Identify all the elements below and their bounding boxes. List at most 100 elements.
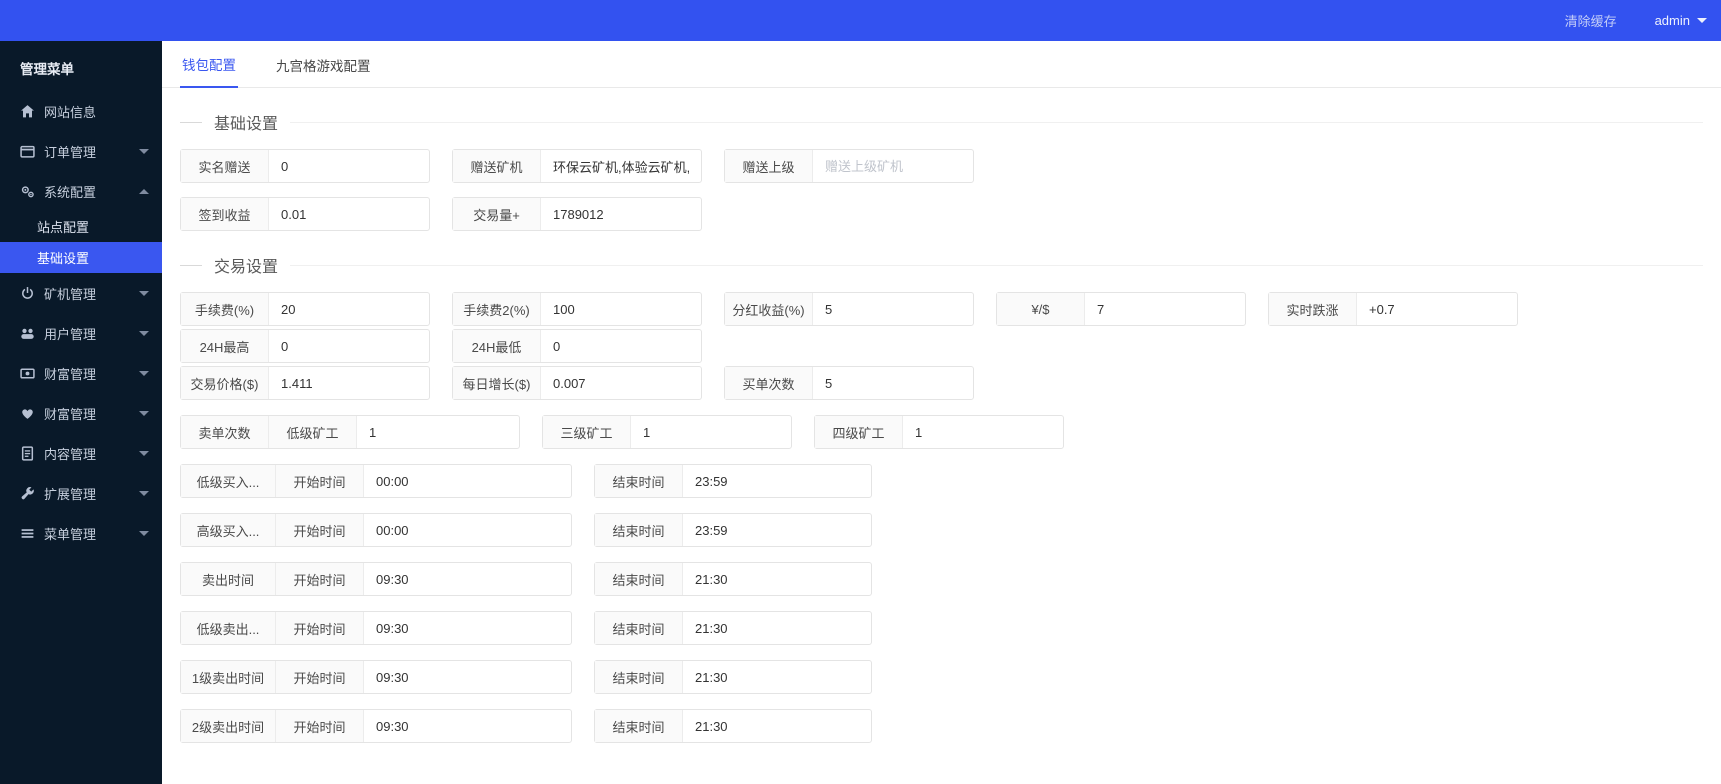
field-daily-growth: 每日增长($)	[452, 366, 702, 400]
realtime-change-input[interactable]	[1357, 293, 1517, 325]
field-trade-volume: 交易量+	[452, 197, 702, 231]
end-time-input[interactable]	[683, 612, 871, 644]
field-label: 赠送上级	[725, 150, 813, 182]
section-title-basic: 基础设置	[180, 110, 1703, 134]
section-title-trade: 交易设置	[180, 253, 1703, 277]
wrench-icon	[20, 486, 35, 501]
order-icon	[20, 144, 35, 159]
field-label: 手续费(%)	[181, 293, 269, 325]
trade-price-input[interactable]	[269, 367, 429, 399]
daily-growth-input[interactable]	[541, 367, 701, 399]
start-time-label: 开始时间	[276, 612, 364, 644]
field-start-time: 低级卖出... 开始时间	[180, 611, 572, 645]
field-24h-low: 24H最低	[452, 329, 702, 363]
menu-list-icon	[20, 526, 35, 541]
wallet-icon	[20, 366, 35, 381]
chevron-down-icon	[139, 330, 149, 336]
start-time-input[interactable]	[364, 514, 571, 546]
field-end-time: 结束时间	[594, 513, 872, 547]
field-level3-miner: 三级矿工	[542, 415, 792, 449]
clear-cache-button[interactable]: 清除缓存	[1565, 11, 1617, 30]
document-icon	[20, 445, 35, 461]
sidebar-item-extension-management[interactable]: 扩展管理	[0, 473, 162, 513]
field-start-time: 2级卖出时间 开始时间	[180, 709, 572, 743]
end-time-label: 结束时间	[595, 661, 683, 693]
field-dividend-percent: 分红收益(%)	[724, 292, 974, 326]
buy-order-count-input[interactable]	[813, 367, 973, 399]
time-row-high-buy: 高级买入... 开始时间 结束时间	[162, 513, 1721, 547]
field-fee-percent: 手续费(%)	[180, 292, 430, 326]
chevron-down-icon	[139, 148, 149, 154]
sidebar-item-site-info[interactable]: 网站信息	[0, 91, 162, 131]
field-label: ¥/$	[997, 293, 1085, 325]
low-24h-input[interactable]	[541, 330, 701, 362]
signin-income-input[interactable]	[269, 198, 429, 230]
sidebar-subitem-site-config[interactable]: 站点配置	[0, 211, 162, 242]
field-label: 交易量+	[453, 198, 541, 230]
sidebar-item-label: 内容管理	[44, 446, 97, 462]
end-time-input[interactable]	[683, 563, 871, 595]
sidebar-item-label: 菜单管理	[44, 526, 97, 542]
start-time-input[interactable]	[364, 612, 571, 644]
sidebar-subitem-label: 基础设置	[37, 251, 90, 266]
sidebar-item-label: 订单管理	[44, 144, 97, 160]
sidebar-subitem-basic-settings[interactable]: 基础设置	[0, 242, 162, 273]
field-sell-order-low-miner: 卖单次数 低级矿工	[180, 415, 520, 449]
field-label: 24H最高	[181, 330, 269, 362]
field-end-time: 结束时间	[594, 660, 872, 694]
form-row: 24H最高 24H最低	[162, 329, 1721, 363]
field-label: 交易价格($)	[181, 367, 269, 399]
high-24h-input[interactable]	[269, 330, 429, 362]
exchange-rate-input[interactable]	[1085, 293, 1245, 325]
sidebar-item-menu-management[interactable]: 菜单管理	[0, 513, 162, 553]
sidebar-item-miner-management[interactable]: 矿机管理	[0, 273, 162, 313]
sidebar-item-content-management[interactable]: 内容管理	[0, 433, 162, 473]
gift-upline-input[interactable]	[813, 150, 973, 182]
sidebar-item-user-management[interactable]: 用户管理	[0, 313, 162, 353]
realname-gift-input[interactable]	[269, 150, 429, 182]
field-end-time: 结束时间	[594, 562, 872, 596]
end-time-input[interactable]	[683, 661, 871, 693]
user-dropdown[interactable]: admin	[1655, 13, 1707, 28]
chevron-down-icon	[139, 410, 149, 416]
topbar: 清除缓存 admin	[0, 0, 1721, 41]
start-time-input[interactable]	[364, 563, 571, 595]
fee2-percent-input[interactable]	[541, 293, 701, 325]
field-gift-miner: 赠送矿机	[452, 149, 702, 183]
start-time-label: 开始时间	[276, 514, 364, 546]
end-time-input[interactable]	[683, 514, 871, 546]
start-time-input[interactable]	[364, 661, 571, 693]
chevron-down-icon	[139, 450, 149, 456]
home-icon	[20, 104, 35, 119]
low-miner-input[interactable]	[357, 416, 519, 448]
gift-miner-input[interactable]	[541, 150, 701, 182]
sidebar-item-orders[interactable]: 订单管理	[0, 131, 162, 171]
trade-volume-input[interactable]	[541, 198, 701, 230]
time-row-name: 1级卖出时间	[181, 661, 276, 693]
sidebar: 管理菜单 网站信息 订单管理 系统配置 站点配置 基础设置 矿机管理 用户管理 …	[0, 41, 162, 784]
start-time-label: 开始时间	[276, 710, 364, 742]
gears-icon	[20, 184, 35, 199]
field-label: 实时跌涨	[1269, 293, 1357, 325]
end-time-input[interactable]	[683, 710, 871, 742]
start-time-label: 开始时间	[276, 661, 364, 693]
dividend-percent-input[interactable]	[813, 293, 973, 325]
tab-grid-game-config[interactable]: 九宫格游戏配置	[274, 55, 373, 87]
form-row: 实名赠送 赠送矿机 赠送上级	[162, 149, 1721, 183]
time-row-name: 2级卖出时间	[181, 710, 276, 742]
sidebar-item-wealth-management[interactable]: 财富管理	[0, 353, 162, 393]
sidebar-item-system-config[interactable]: 系统配置	[0, 171, 162, 211]
tab-wallet-config[interactable]: 钱包配置	[180, 54, 238, 88]
field-gift-upline: 赠送上级	[724, 149, 974, 183]
field-label: 四级矿工	[815, 416, 903, 448]
end-time-input[interactable]	[683, 465, 871, 497]
start-time-input[interactable]	[364, 710, 571, 742]
fee-percent-input[interactable]	[269, 293, 429, 325]
time-row-name: 低级卖出...	[181, 612, 276, 644]
level3-miner-input[interactable]	[631, 416, 791, 448]
start-time-input[interactable]	[364, 465, 571, 497]
level4-miner-input[interactable]	[903, 416, 1063, 448]
sidebar-item-wealth-management-2[interactable]: 财富管理	[0, 393, 162, 433]
field-label: 实名赠送	[181, 150, 269, 182]
field-label: 三级矿工	[543, 416, 631, 448]
